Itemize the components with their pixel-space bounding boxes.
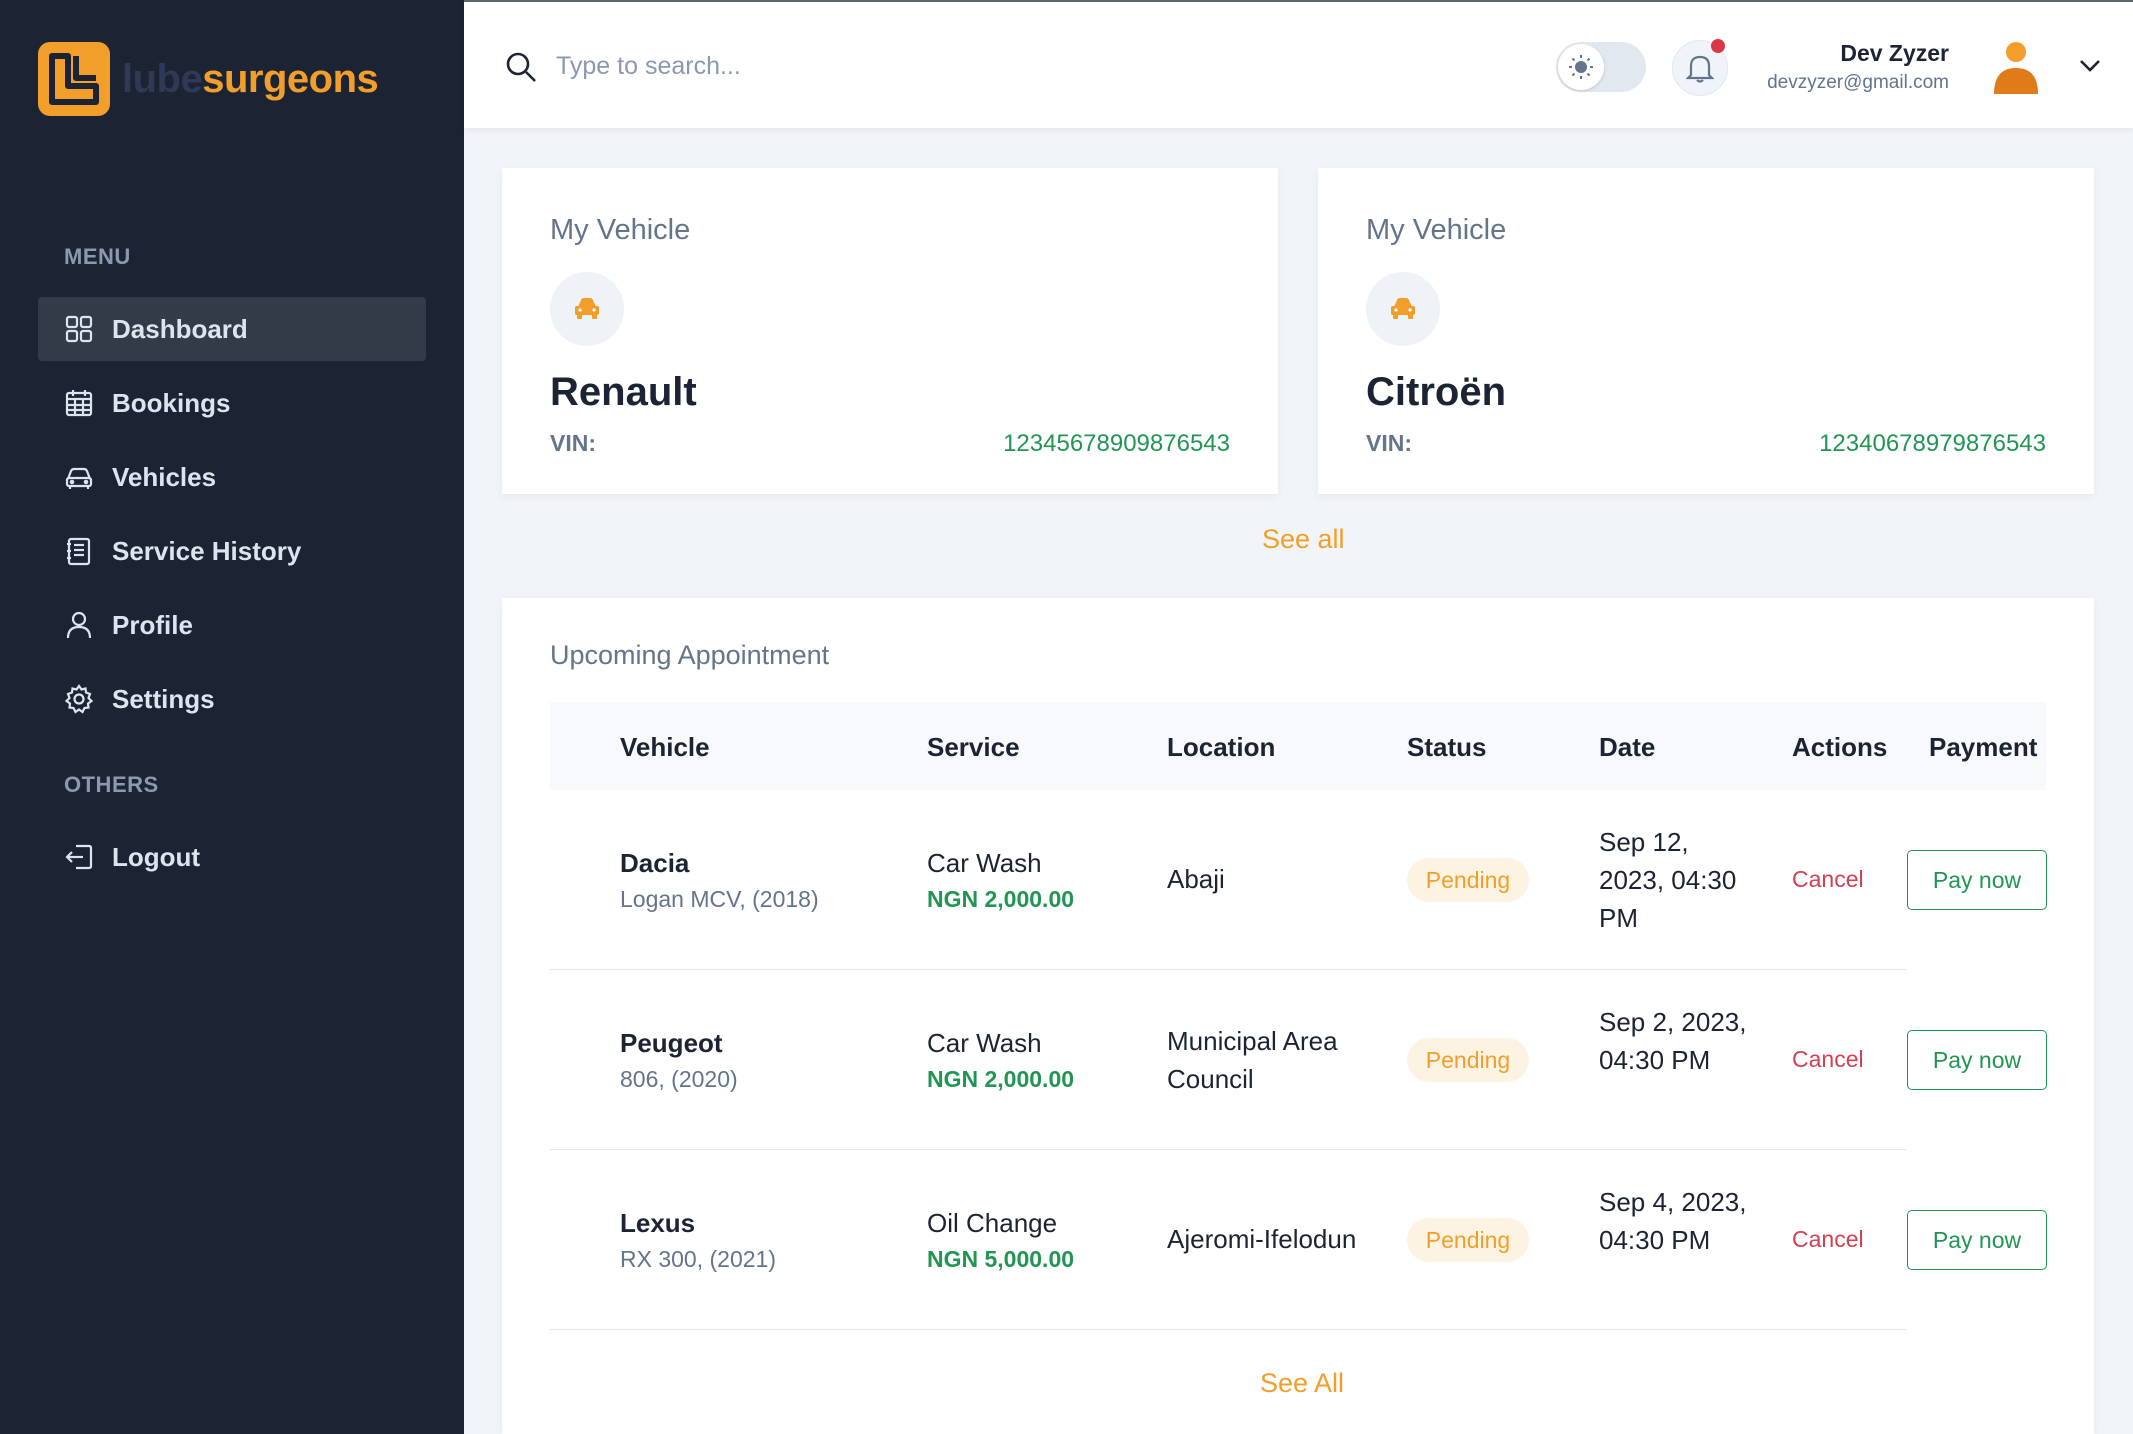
gear-icon — [64, 684, 94, 714]
cancel-button[interactable]: Cancel — [1792, 866, 1864, 893]
pay-now-button[interactable]: Pay now — [1907, 1030, 2047, 1090]
sidebar-item-service-history[interactable]: Service History — [38, 519, 426, 583]
user-icon — [64, 610, 94, 640]
dashboard-grid-icon — [64, 314, 94, 344]
sidebar-item-label: Bookings — [112, 387, 231, 418]
row-service: Car Wash — [927, 1028, 1042, 1058]
vehicle-card: My Vehicle Citroën VIN: 1234067897987654… — [1318, 168, 2094, 494]
row-price: NGN 5,000.00 — [927, 1246, 1075, 1272]
vehicle-car-icon — [550, 272, 624, 346]
row-divider — [550, 1329, 1906, 1330]
column-header-service: Service — [927, 732, 1020, 762]
notification-dot — [1711, 39, 1725, 53]
pay-now-button[interactable]: Pay now — [1907, 850, 2047, 910]
car-icon — [64, 462, 94, 492]
brand-name-part1: lube — [122, 56, 203, 101]
brand-name: lubesurgeons — [122, 56, 379, 102]
sidebar-item-label: Vehicles — [112, 461, 217, 492]
column-header-actions: Actions — [1792, 732, 1888, 762]
sidebar-item-label: Profile — [112, 609, 193, 640]
sidebar-item-settings[interactable]: Settings — [38, 667, 426, 731]
row-price: NGN 2,000.00 — [927, 886, 1075, 912]
search-input[interactable] — [556, 44, 1116, 88]
others-heading: OTHERS — [64, 772, 159, 797]
row-vehicle-model: Logan MCV, (2018) — [620, 886, 819, 912]
search-icon[interactable] — [504, 50, 538, 84]
status-badge: Pending — [1407, 1038, 1529, 1082]
upcoming-appointments-card: Upcoming Appointment Vehicle Service Loc… — [502, 598, 2094, 1434]
status-badge: Pending — [1407, 1218, 1529, 1262]
user-name: Dev Zyzer — [1840, 40, 1949, 66]
vehicle-card-label: My Vehicle — [550, 214, 691, 246]
menu-heading: MENU — [64, 244, 131, 269]
row-service: Oil Change — [927, 1208, 1058, 1238]
row-vehicle-model: 806, (2020) — [620, 1066, 738, 1092]
row-location: Abaji — [1167, 864, 1225, 894]
status-badge: Pending — [1407, 858, 1529, 902]
sidebar-item-dashboard[interactable]: Dashboard — [38, 297, 426, 361]
sidebar-item-label: Service History — [112, 535, 302, 566]
sidebar-item-label: Settings — [112, 683, 215, 714]
appointments-title: Upcoming Appointment — [550, 640, 830, 670]
vehicle-name: Renault — [550, 370, 697, 414]
vehicle-card: My Vehicle Renault VIN: 1234567890987654… — [502, 168, 1278, 494]
appointments-see-all-link[interactable]: See All — [1260, 1368, 1344, 1399]
logo-mark-icon — [38, 42, 110, 116]
sidebar-item-profile[interactable]: Profile — [38, 593, 426, 657]
row-vehicle-name: Peugeot — [620, 1028, 723, 1058]
chevron-down-icon[interactable] — [2076, 52, 2104, 80]
sidebar-item-vehicles[interactable]: Vehicles — [38, 445, 426, 509]
column-header-location: Location — [1167, 732, 1276, 762]
brand-logo[interactable]: lubesurgeons — [38, 42, 379, 116]
vehicles-see-all-link[interactable]: See all — [1262, 524, 1345, 555]
pay-now-button[interactable]: Pay now — [1907, 1210, 2047, 1270]
row-vehicle-name: Dacia — [620, 848, 690, 878]
cancel-button[interactable]: Cancel — [1792, 1226, 1864, 1253]
vehicle-name: Citroën — [1366, 370, 1506, 414]
user-email: devzyzer@gmail.com — [1767, 72, 1949, 93]
vehicle-car-icon — [1366, 272, 1440, 346]
table-row: Peugeot 806, (2020) Car Wash NGN 2,000.0… — [550, 970, 2047, 1150]
sidebar-item-label: Logout — [112, 841, 201, 872]
row-location: Ajeromi-Ifelodun — [1167, 1224, 1357, 1254]
table-header: Vehicle Service Location Status Date Act… — [550, 702, 2046, 790]
bell-icon — [1686, 55, 1714, 83]
logout-icon — [64, 842, 94, 872]
table-row: Lexus RX 300, (2021) Oil Change NGN 5,00… — [550, 1150, 2047, 1330]
top-header: Dev Zyzer devzyzer@gmail.com — [464, 0, 2133, 128]
vin-value: 12345678909876543 — [1003, 430, 1230, 457]
sidebar-item-label: Dashboard — [112, 313, 248, 344]
row-location: Municipal Area Council — [1167, 1026, 1338, 1094]
document-list-icon — [64, 536, 94, 566]
avatar[interactable] — [1986, 36, 2046, 96]
sidebar: lubesurgeons MENU Dashboard Bookings Veh… — [0, 0, 464, 1434]
column-header-vehicle: Vehicle — [620, 732, 710, 762]
theme-toggle-knob — [1558, 44, 1604, 90]
column-header-payment: Payment — [1929, 732, 2038, 762]
table-row: Dacia Logan MCV, (2018) Car Wash NGN 2,0… — [550, 790, 2047, 970]
vin-label: VIN: — [550, 430, 596, 456]
row-price: NGN 2,000.00 — [927, 1066, 1075, 1092]
row-vehicle-name: Lexus — [620, 1208, 696, 1238]
brand-name-part2: surgeons — [202, 56, 379, 101]
sidebar-item-bookings[interactable]: Bookings — [38, 371, 426, 435]
sidebar-item-logout[interactable]: Logout — [38, 825, 426, 889]
sun-icon — [1569, 55, 1593, 79]
calendar-icon — [64, 388, 94, 418]
row-date: Sep 2, 2023, 04:30 PM — [1599, 1007, 1747, 1075]
notifications-button[interactable] — [1672, 39, 1728, 96]
row-date: Sep 12, 2023, 04:30 PM — [1599, 827, 1737, 933]
column-header-date: Date — [1599, 732, 1656, 762]
row-date: Sep 4, 2023, 04:30 PM — [1599, 1187, 1747, 1255]
vin-label: VIN: — [1366, 430, 1412, 456]
vehicle-card-label: My Vehicle — [1366, 214, 1507, 246]
vin-value: 12340678979876543 — [1819, 430, 2046, 457]
column-header-status: Status — [1407, 732, 1487, 762]
theme-toggle[interactable] — [1556, 42, 1646, 92]
row-vehicle-model: RX 300, (2021) — [620, 1246, 776, 1272]
cancel-button[interactable]: Cancel — [1792, 1046, 1864, 1073]
row-service: Car Wash — [927, 848, 1042, 878]
